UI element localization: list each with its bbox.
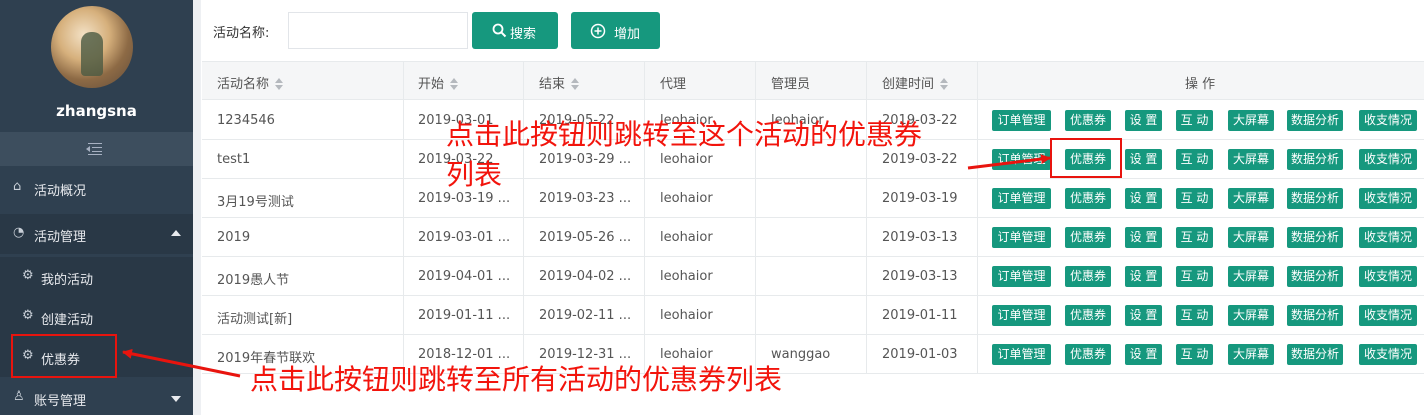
annotation-text-row-coupon: 点击此按钮则跳转至这个活动的优惠券 <box>446 118 923 151</box>
annotation-highlight-sidebar-coupon <box>11 334 117 378</box>
annotation-text-all-coupons: 点击此按钮则跳转至所有活动的优惠券列表 <box>250 363 783 396</box>
app-root: zhangsna ⌂ 活动概况 ◔ 活动管理 ⚙ 我的活动 ⚙ 创建活动 ⚙ 优… <box>0 0 1424 415</box>
annotation-text-row-coupon-cont: 列表 <box>446 158 503 191</box>
annotation-arrows <box>122 154 1051 378</box>
annotation-highlight-coupon-row <box>1050 138 1122 178</box>
